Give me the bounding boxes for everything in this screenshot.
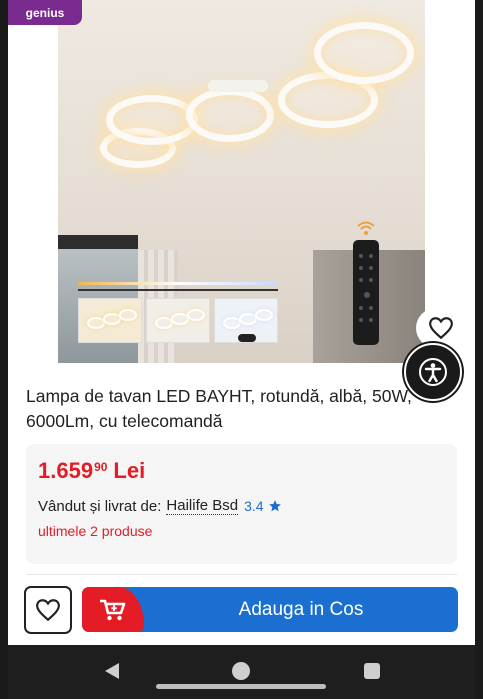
bottom-action-bar: Adauga in Cos (8, 576, 475, 645)
gesture-handle[interactable] (156, 684, 326, 689)
seller-info: Vândut și livrat de: Hailife Bsd 3.4 (38, 497, 282, 515)
product-title: Lampa de tavan LED BAYHT, rotundă, albă,… (26, 386, 412, 431)
color-mode-bar (78, 289, 278, 291)
divider (26, 574, 457, 575)
genius-badge: genius (8, 0, 82, 25)
lamp-ring (186, 88, 274, 142)
seller-rating[interactable]: 3.4 (244, 498, 263, 514)
seller-name-link[interactable]: Hailife Bsd (166, 497, 239, 515)
wishlist-floating-button[interactable] (416, 308, 466, 348)
back-icon[interactable] (103, 662, 121, 680)
add-to-favorites-button[interactable] (24, 586, 72, 634)
image-slider-dot (238, 334, 256, 342)
price-seller-card: 1.659 90 Lei Vândut și livrat de: Hailif… (26, 444, 457, 564)
recent-apps-icon[interactable] (364, 663, 380, 679)
heart-icon (36, 599, 60, 622)
mode-thumb-warm (78, 298, 142, 343)
add-to-cart-label: Adauga in Cos (238, 598, 364, 620)
cart-icon (100, 599, 126, 620)
home-icon[interactable] (232, 662, 250, 680)
product-screen: genius Lampa de tavan LED BAYHT, rotundă… (8, 0, 475, 645)
color-mode-strip (78, 282, 278, 285)
product-price: 1.659 90 Lei (38, 458, 145, 484)
seller-prefix: Vândut și livrat de: (38, 497, 162, 515)
star-icon (268, 500, 281, 512)
price-decimals: 90 (94, 460, 108, 474)
remote-control (353, 240, 379, 345)
wifi-signal-icon (357, 221, 375, 235)
system-navigation-bar (8, 645, 475, 699)
cart-icon-area (82, 587, 144, 632)
lamp-center-mount (208, 80, 268, 92)
mode-thumb-neutral (146, 298, 210, 343)
price-integer: 1.659 (38, 458, 94, 483)
stock-status: ultimele 2 produse (38, 523, 153, 539)
add-to-cart-button[interactable]: Adauga in Cos (82, 587, 458, 632)
lamp-ring (314, 22, 414, 84)
price-currency: Lei (113, 458, 146, 483)
heart-icon (429, 317, 453, 340)
product-image[interactable] (58, 0, 425, 363)
lamp-ring (106, 95, 198, 145)
accessibility-icon (419, 358, 447, 386)
